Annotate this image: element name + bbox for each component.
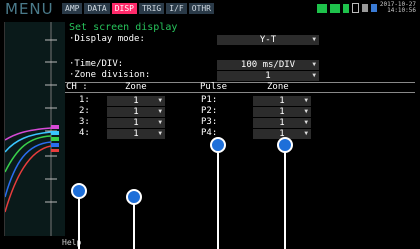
tab-othr[interactable]: OTHR xyxy=(188,3,214,14)
storage-icon xyxy=(329,3,340,13)
divider-top xyxy=(65,82,415,83)
time-div-label: ·Time/DIV: xyxy=(69,59,124,69)
waveform-preview xyxy=(4,22,65,236)
ch-4-zone-select[interactable]: 1 ▼ xyxy=(107,129,165,139)
ch-header: CH : xyxy=(66,82,88,92)
divider-bottom xyxy=(65,92,415,93)
page-title: Set screen display xyxy=(69,22,178,33)
ch-1-label: 1: xyxy=(79,95,90,105)
callout-pin-3 xyxy=(210,137,226,153)
ch-3-zone-select[interactable]: 1 ▼ xyxy=(107,118,165,128)
time-div-select[interactable]: 100 ms/DIV ▼ xyxy=(217,60,319,70)
ch-2-label: 2: xyxy=(79,106,90,116)
memory-icon xyxy=(316,3,327,13)
ch-3-label: 3: xyxy=(79,117,90,127)
menu-title: MENU xyxy=(5,0,54,18)
tab-trig[interactable]: TRIG xyxy=(138,3,165,14)
zone-division-label: ·Zone division: xyxy=(69,70,151,80)
pulse-zone-header: Zone xyxy=(267,82,289,92)
usb-icon xyxy=(351,3,359,13)
callout-pin-4 xyxy=(277,137,293,153)
zone-header: Zone xyxy=(125,82,147,92)
tab-bar: AMP DATA DISP TRIG I/F OTHR xyxy=(62,3,214,14)
pin-line-3 xyxy=(217,152,219,249)
card-icon xyxy=(342,3,349,13)
display-mode-select[interactable]: Y-T ▼ xyxy=(217,35,319,45)
power-icon xyxy=(370,4,377,12)
p3-label: P3: xyxy=(201,117,218,127)
p1-zone-select[interactable]: 1 ▼ xyxy=(253,96,311,106)
screen: MENU AMP DATA DISP TRIG I/F OTHR 2017-10… xyxy=(0,0,420,249)
ch-2-zone-select[interactable]: 1 ▼ xyxy=(107,107,165,117)
ch-4-label: 4: xyxy=(79,128,90,138)
p1-label: P1: xyxy=(201,95,218,105)
pin-line-1 xyxy=(78,198,80,249)
help-bar[interactable]: Help xyxy=(62,236,416,249)
settings-panel: Set screen display ·Display mode: Y-T ▼ ·… xyxy=(65,20,415,236)
tab-amp[interactable]: AMP xyxy=(62,3,83,14)
pin-line-4 xyxy=(284,152,286,249)
p2-zone-select[interactable]: 1 ▼ xyxy=(253,107,311,117)
waveform-graph xyxy=(4,22,65,236)
callout-pin-1 xyxy=(71,183,87,199)
tab-data[interactable]: DATA xyxy=(84,3,110,14)
lock-icon xyxy=(361,4,368,12)
display-mode-label: ·Display mode: xyxy=(69,34,145,44)
p2-label: P2: xyxy=(201,106,218,116)
pulse-header: Pulse xyxy=(200,82,228,92)
p3-zone-select[interactable]: 1 ▼ xyxy=(253,118,311,128)
callout-pin-2 xyxy=(126,189,142,205)
tab-disp[interactable]: DISP xyxy=(111,3,137,14)
top-bar: MENU AMP DATA DISP TRIG I/F OTHR 2017-10… xyxy=(0,0,420,18)
pin-line-2 xyxy=(133,204,135,249)
zone-division-select[interactable]: 1 ▼ xyxy=(217,71,319,81)
ch-1-zone-select[interactable]: 1 ▼ xyxy=(107,96,165,106)
datetime: 2017-10-27 14:10:56 xyxy=(379,1,416,14)
tab-if[interactable]: I/F xyxy=(166,3,187,14)
status-area: 2017-10-27 14:10:56 xyxy=(316,1,416,14)
